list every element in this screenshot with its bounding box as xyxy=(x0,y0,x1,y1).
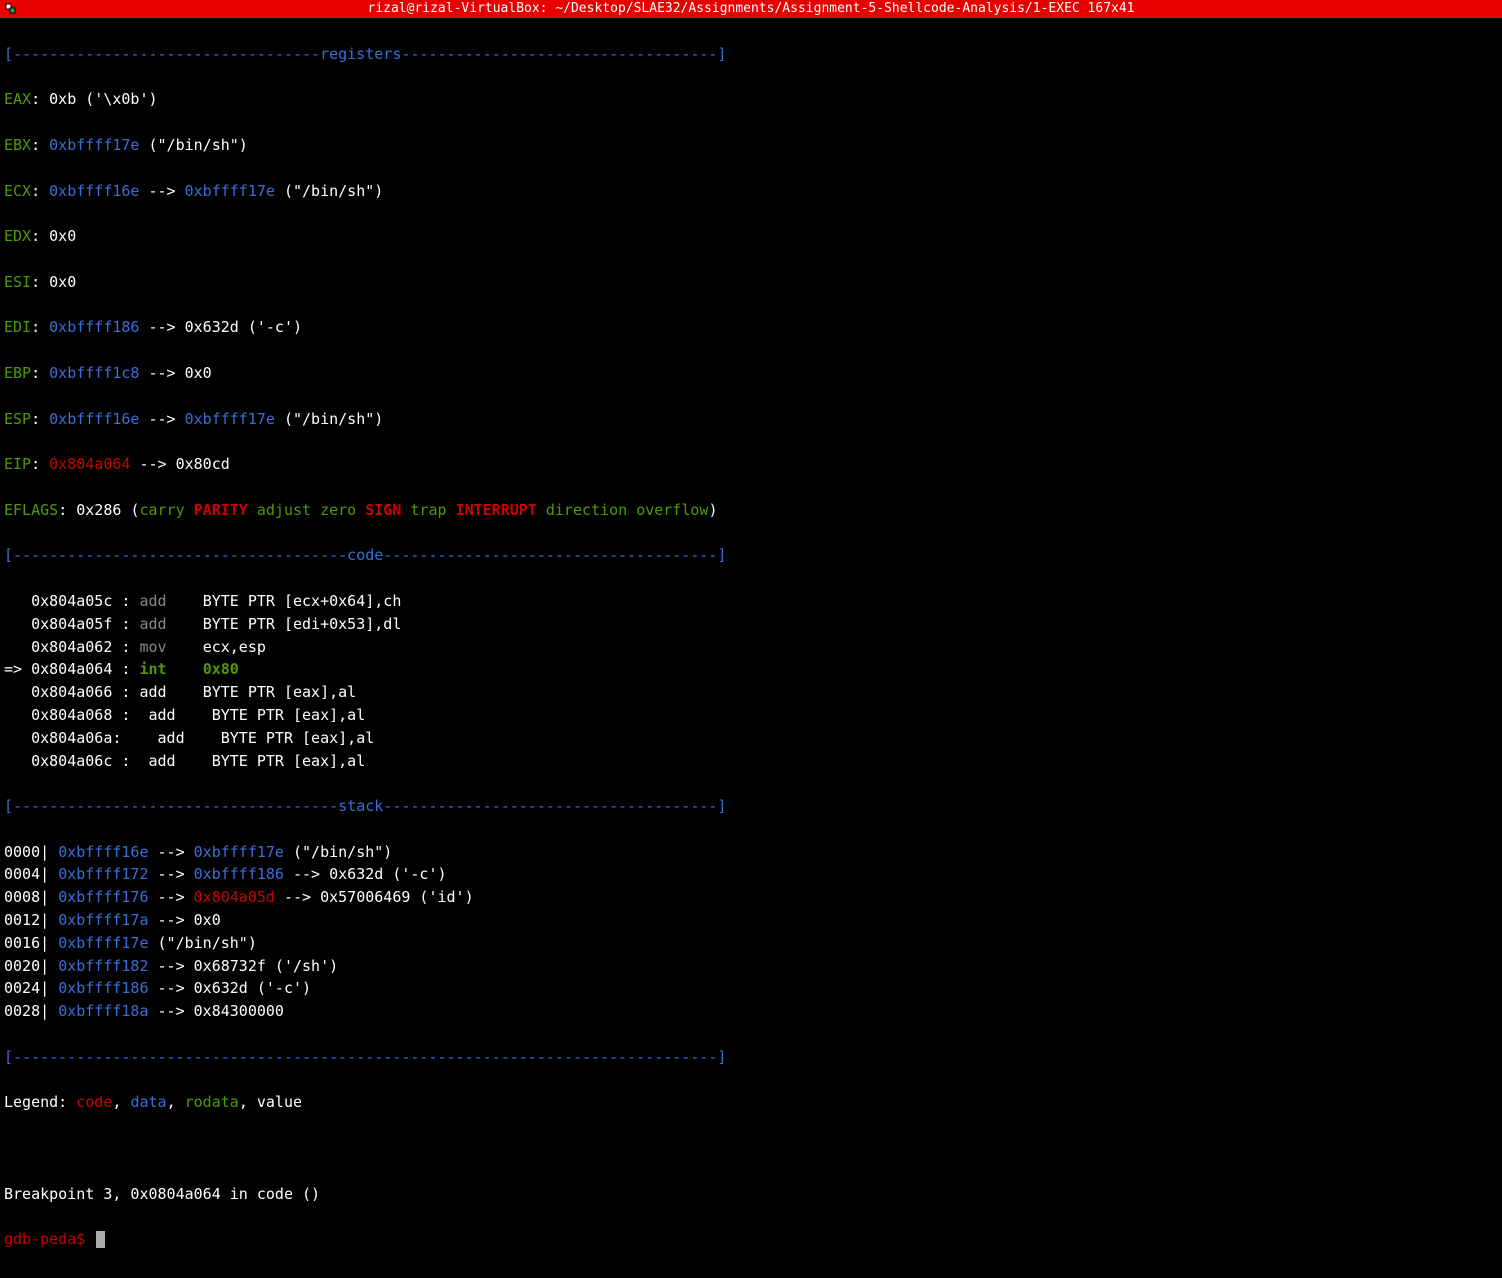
reg-edx: EDX: 0x0 xyxy=(4,225,1498,248)
window-title: rizal@rizal-VirtualBox: ~/Desktop/SLAE32… xyxy=(367,0,1134,19)
breakpoint-line: Breakpoint 3, 0x0804a064 in code () xyxy=(4,1183,1498,1206)
window-titlebar: rizal@rizal-VirtualBox: ~/Desktop/SLAE32… xyxy=(0,0,1502,18)
reg-edi: EDI: 0xbffff186 --> 0x632d ('-c') xyxy=(4,316,1498,339)
code-line: 0x804a05c : add BYTE PTR [ecx+0x64],ch xyxy=(4,590,1498,613)
reg-esi: ESI: 0x0 xyxy=(4,271,1498,294)
stack-line: 0016| 0xbffff17e ("/bin/sh") xyxy=(4,932,1498,955)
reg-eax: EAX: 0xb ('\x0b') xyxy=(4,88,1498,111)
code-line: 0x804a06c : add BYTE PTR [eax],al xyxy=(4,750,1498,773)
stack-line: 0008| 0xbffff176 --> 0x804a05d --> 0x570… xyxy=(4,886,1498,909)
legend-line: Legend: code, data, rodata, value xyxy=(4,1091,1498,1114)
stack-line: 0004| 0xbffff172 --> 0xbffff186 --> 0x63… xyxy=(4,863,1498,886)
stack-line: 0028| 0xbffff18a --> 0x84300000 xyxy=(4,1000,1498,1023)
code-line: 0x804a068 : add BYTE PTR [eax],al xyxy=(4,704,1498,727)
code-line: 0x804a05f : add BYTE PTR [edi+0x53],dl xyxy=(4,613,1498,636)
cursor-block xyxy=(96,1231,105,1248)
reg-eip: EIP: 0x804a064 --> 0x80cd xyxy=(4,453,1498,476)
stack-line: 0012| 0xbffff17a --> 0x0 xyxy=(4,909,1498,932)
reg-ebp: EBP: 0xbffff1c8 --> 0x0 xyxy=(4,362,1498,385)
reg-ebx: EBX: 0xbffff17e ("/bin/sh") xyxy=(4,134,1498,157)
section-registers-header: [----------------------------------regis… xyxy=(4,43,1498,66)
code-line: 0x804a06a: add BYTE PTR [eax],al xyxy=(4,727,1498,750)
reg-ecx: ECX: 0xbffff16e --> 0xbffff17e ("/bin/sh… xyxy=(4,180,1498,203)
prompt-line[interactable]: gdb-peda$ xyxy=(4,1228,1498,1251)
stack-line: 0020| 0xbffff182 --> 0x68732f ('/sh') xyxy=(4,955,1498,978)
reg-eflags: EFLAGS: 0x286 (carry PARITY adjust zero … xyxy=(4,499,1498,522)
terminal-output[interactable]: [----------------------------------regis… xyxy=(0,18,1502,1278)
stack-line: 0024| 0xbffff186 --> 0x632d ('-c') xyxy=(4,977,1498,1000)
section-code-header: [-------------------------------------co… xyxy=(4,544,1498,567)
section-footer-rule: [---------------------------------------… xyxy=(4,1046,1498,1069)
section-stack-header: [------------------------------------sta… xyxy=(4,795,1498,818)
stack-line: 0000| 0xbffff16e --> 0xbffff17e ("/bin/s… xyxy=(4,841,1498,864)
window-system-icon xyxy=(4,2,18,16)
code-line: => 0x804a064 : int 0x80 xyxy=(4,658,1498,681)
blank-line xyxy=(4,1137,1498,1160)
code-line: 0x804a066 : add BYTE PTR [eax],al xyxy=(4,681,1498,704)
reg-esp: ESP: 0xbffff16e --> 0xbffff17e ("/bin/sh… xyxy=(4,408,1498,431)
code-line: 0x804a062 : mov ecx,esp xyxy=(4,636,1498,659)
